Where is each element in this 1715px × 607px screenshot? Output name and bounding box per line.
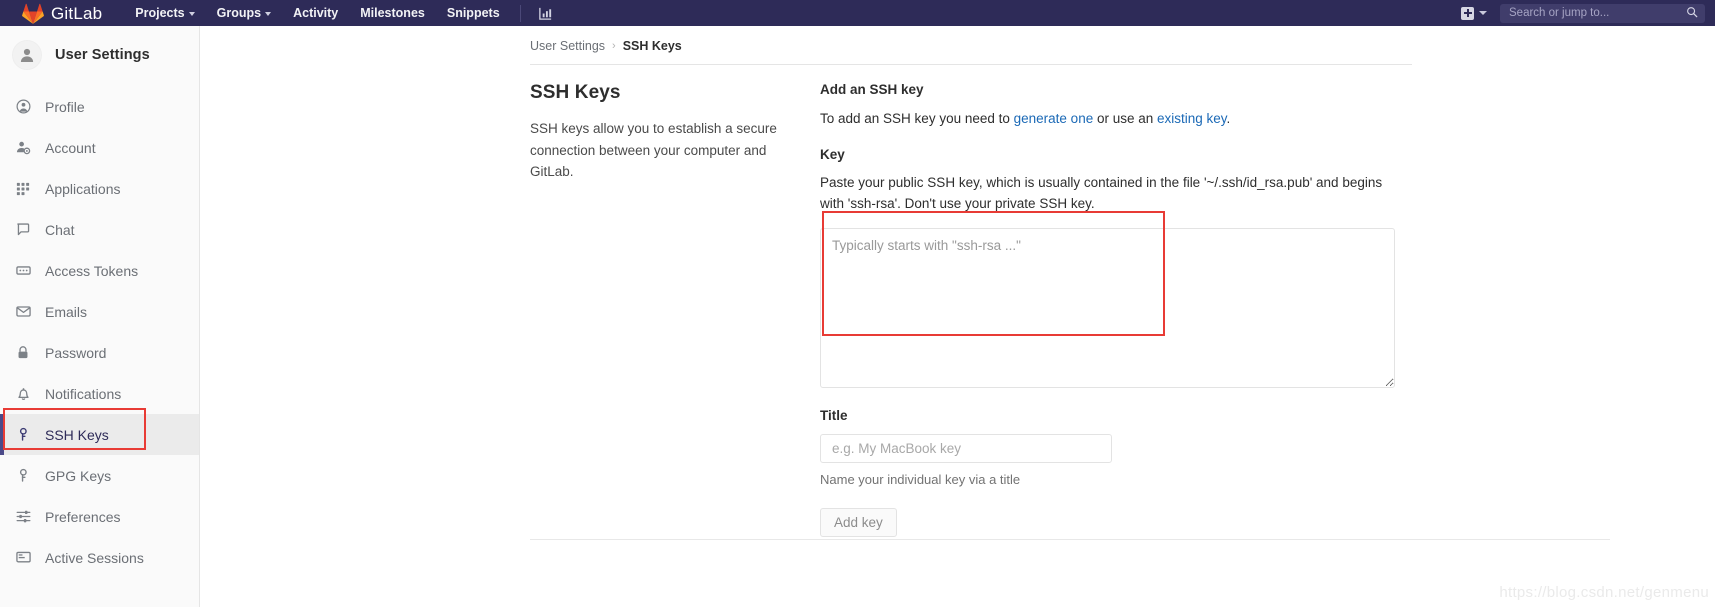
nav-link-groups[interactable]: Groups: [206, 0, 282, 26]
sidebar-item-profile[interactable]: Profile: [0, 86, 199, 127]
chevron-down-icon: [1479, 11, 1487, 15]
top-navbar: GitLab Projects Groups Activity Mileston…: [0, 0, 1715, 26]
sidebar-item-profile-label: Profile: [45, 98, 85, 115]
sidebar-title: User Settings: [55, 47, 150, 63]
form-intro-middle: or use an: [1093, 111, 1158, 126]
add-ssh-key-form: Add an SSH key To add an SSH key you nee…: [820, 82, 1710, 537]
gitlab-tanuki-logo-icon: [22, 3, 44, 24]
sidebar-item-emails[interactable]: Emails: [0, 291, 199, 332]
nav-link-snippets-label: Snippets: [446, 6, 500, 20]
sidebar-nav-list: Profile Account Applications Chat Access…: [0, 84, 199, 578]
global-search[interactable]: [1500, 3, 1705, 23]
ssh-key-textarea[interactable]: [820, 227, 1395, 388]
title-field-label: Title: [820, 407, 848, 423]
search-input[interactable]: [1500, 3, 1705, 23]
key-icon: [14, 426, 32, 444]
add-key-button[interactable]: Add key: [820, 507, 897, 537]
sidebar-item-active-sessions[interactable]: Active Sessions: [0, 537, 199, 578]
generate-one-link[interactable]: generate one: [1014, 111, 1094, 126]
sidebar-item-chat[interactable]: Chat: [0, 209, 199, 250]
sidebar-item-access-tokens-label: Access Tokens: [45, 262, 139, 279]
envelope-icon: [14, 303, 32, 321]
sidebar-item-ssh-keys[interactable]: SSH Keys: [0, 414, 199, 455]
chevron-down-icon: [188, 12, 195, 16]
analytics-chart-icon[interactable]: [530, 6, 561, 21]
sidebar-item-account[interactable]: Account: [0, 127, 199, 168]
chevron-down-icon: [265, 12, 272, 16]
main-content: User Settings › SSH Keys SSH Keys SSH ke…: [200, 26, 1715, 607]
user-avatar-icon: [12, 40, 42, 70]
sidebar-header[interactable]: User Settings: [0, 26, 199, 84]
lock-icon: [14, 344, 32, 362]
page-description: SSH keys allow you to establish a secure…: [530, 121, 777, 180]
nav-divider: [519, 4, 521, 22]
key-field-help: Paste your public SSH key, which is usua…: [820, 174, 1383, 211]
sidebar-item-password-label: Password: [45, 344, 107, 361]
settings-sidebar: User Settings Profile Account Applicatio…: [0, 26, 200, 607]
breadcrumb-ssh-keys[interactable]: SSH Keys: [623, 39, 682, 53]
page-title: SSH Keys: [530, 82, 621, 103]
sidebar-item-password[interactable]: Password: [0, 332, 199, 373]
sidebar-item-preferences-label: Preferences: [45, 508, 121, 525]
nav-link-groups-label: Groups: [216, 6, 262, 20]
watermark: https://blog.csdn.net/genmenu: [1499, 584, 1709, 601]
nav-link-activity[interactable]: Activity: [282, 0, 349, 26]
breadcrumb: User Settings › SSH Keys: [530, 39, 682, 53]
breadcrumb-separator-icon: ›: [612, 40, 616, 52]
breadcrumb-user-settings[interactable]: User Settings: [530, 39, 605, 53]
sidebar-item-preferences[interactable]: Preferences: [0, 496, 199, 537]
token-card-icon: [14, 262, 32, 280]
section-divider: [530, 539, 1610, 540]
gitlab-logo[interactable]: GitLab: [22, 0, 102, 26]
form-heading: Add an SSH key: [820, 82, 924, 97]
sidebar-item-applications[interactable]: Applications: [0, 168, 199, 209]
nav-link-milestones-label: Milestones: [360, 6, 425, 20]
sidebar-item-gpg-keys-label: GPG Keys: [45, 467, 112, 484]
grid-apps-icon: [14, 180, 32, 198]
chat-bubble-icon: [14, 221, 32, 239]
sidebar-item-access-tokens[interactable]: Access Tokens: [0, 250, 199, 291]
monitor-icon: [14, 549, 32, 567]
settings-section: SSH Keys SSH keys allow you to establish…: [530, 82, 1710, 537]
sidebar-item-active-sessions-label: Active Sessions: [45, 549, 144, 566]
user-circle-icon: [14, 98, 32, 116]
title-field-group: Title Name your individual key via a tit…: [820, 408, 1710, 487]
settings-description-column: SSH Keys SSH keys allow you to establish…: [530, 82, 820, 537]
existing-key-link[interactable]: existing key: [1157, 111, 1227, 126]
sidebar-item-notifications-label: Notifications: [45, 385, 122, 402]
breadcrumb-divider: [530, 64, 1412, 65]
user-gear-icon: [14, 139, 32, 157]
form-intro-suffix: .: [1226, 111, 1231, 126]
sidebar-item-ssh-keys-label: SSH Keys: [45, 426, 109, 443]
gitlab-brand-text: GitLab: [51, 3, 103, 23]
navbar-right: [1452, 0, 1715, 26]
key-field-label: Key: [820, 146, 845, 162]
sliders-icon: [14, 508, 32, 526]
sidebar-item-chat-label: Chat: [45, 221, 75, 238]
form-intro-prefix: To add an SSH key you need to: [820, 111, 1014, 126]
ssh-key-title-input[interactable]: [820, 433, 1112, 463]
nav-link-snippets[interactable]: Snippets: [436, 0, 511, 26]
bell-icon: [14, 385, 32, 403]
nav-link-activity-label: Activity: [293, 6, 339, 20]
title-field-hint: Name your individual key via a title: [820, 471, 1021, 487]
sidebar-item-applications-label: Applications: [45, 180, 121, 197]
nav-link-projects[interactable]: Projects: [124, 0, 205, 26]
plus-square-icon: [1461, 6, 1474, 20]
sidebar-item-emails-label: Emails: [45, 303, 88, 320]
primary-nav-links: Projects Groups Activity Milestones Snip…: [124, 0, 560, 26]
sidebar-item-gpg-keys[interactable]: GPG Keys: [0, 455, 199, 496]
sidebar-item-account-label: Account: [45, 139, 96, 156]
sidebar-item-notifications[interactable]: Notifications: [0, 373, 199, 414]
nav-link-projects-label: Projects: [135, 6, 185, 20]
new-item-dropdown[interactable]: [1452, 6, 1496, 20]
key-icon: [14, 467, 32, 485]
nav-link-milestones[interactable]: Milestones: [349, 0, 436, 26]
form-intro: To add an SSH key you need to generate o…: [820, 109, 1710, 130]
